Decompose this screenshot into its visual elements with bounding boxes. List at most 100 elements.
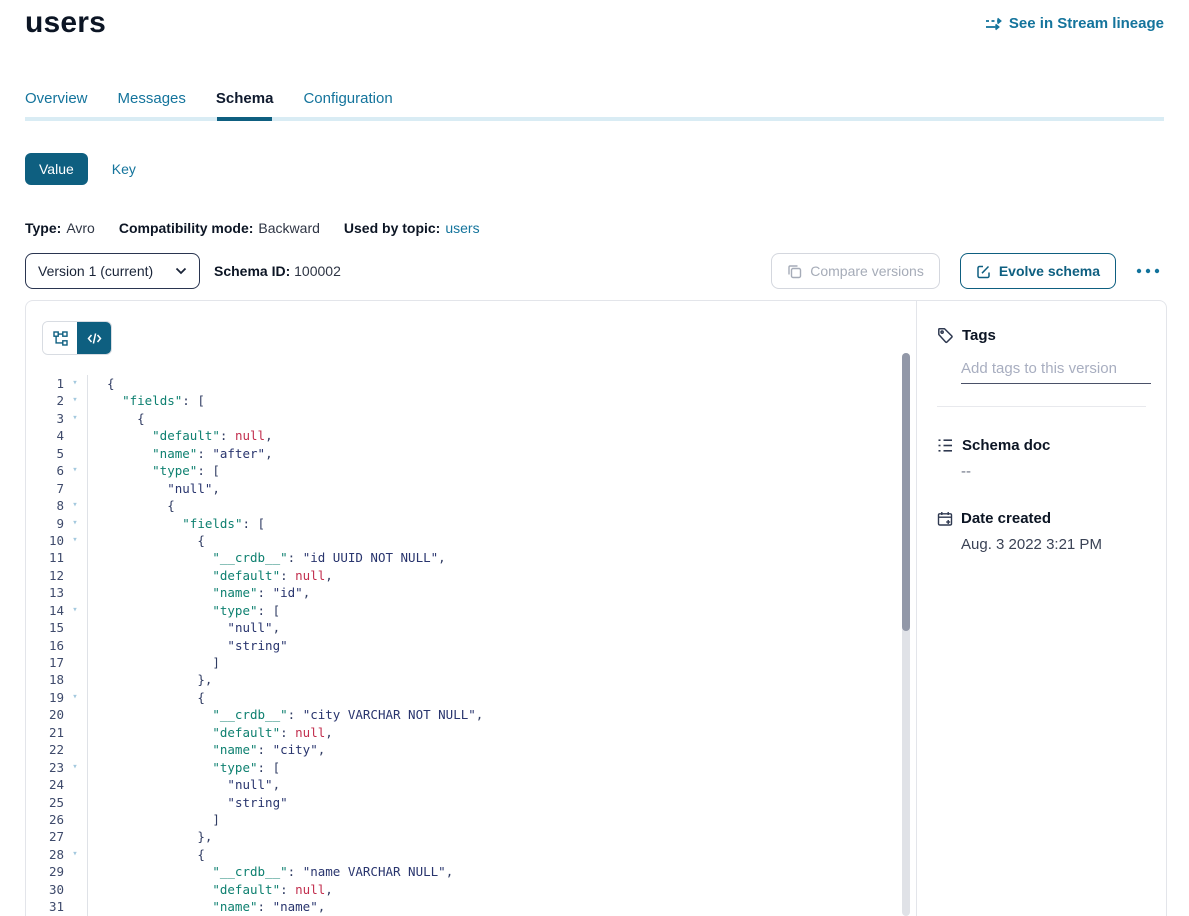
schema-doc-header: Schema doc [937,437,1146,454]
code-text: "default": null, [88,427,273,444]
code-line: 2▾ "fields": [ [26,392,916,409]
code-text: ] [88,654,220,671]
version-select[interactable]: Version 1 (current) [25,253,200,289]
date-created-title: Date created [961,510,1051,527]
code-line: 19▾ { [26,689,916,706]
chevron-down-icon [175,267,187,275]
fold-spacer [64,637,86,654]
line-number: 7 [26,480,64,497]
code-text: "fields": [ [88,392,205,409]
fold-toggle-icon[interactable]: ▾ [64,410,86,427]
line-number: 29 [26,863,64,880]
code-text: "default": null, [88,881,333,898]
tree-view-button[interactable] [43,322,77,354]
code-line: 11 "__crdb__": "id UUID NOT NULL", [26,549,916,566]
code-view-button[interactable] [77,322,111,354]
code-text: { [88,497,175,514]
compare-versions-button[interactable]: Compare versions [771,253,940,289]
fold-toggle-icon[interactable]: ▾ [64,462,86,479]
code-text: "name": "name", [88,898,325,915]
line-number: 21 [26,724,64,741]
schema-doc-title: Schema doc [962,437,1050,454]
schema-page: users See in Stream lineage Overview Mes… [0,0,1189,916]
editor-scrollbar[interactable] [902,353,910,916]
code-text: "default": null, [88,724,333,741]
code-line: 20 "__crdb__": "city VARCHAR NOT NULL", [26,706,916,723]
code-text: { [88,532,205,549]
key-tab-button[interactable]: Key [112,161,136,177]
compatibility-label: Compatibility mode: [119,220,254,236]
code-text: "null", [88,776,280,793]
code-text: "default": null, [88,567,333,584]
line-number: 16 [26,637,64,654]
code-line: 9▾ "fields": [ [26,515,916,532]
fold-spacer [64,741,86,758]
code-text: { [88,689,205,706]
fold-spacer [64,724,86,741]
line-number: 4 [26,427,64,444]
schema-doc-section: Schema doc -- [937,437,1146,480]
evolve-schema-button[interactable]: Evolve schema [960,253,1116,289]
line-number: 10 [26,532,64,549]
stream-lineage-link[interactable]: See in Stream lineage [985,15,1164,32]
schema-code-editor[interactable]: 1▾{2▾ "fields": [3▾ {4 "default": null,5… [26,353,916,916]
code-text: { [88,375,115,392]
schema-meta: Type: Avro Compatibility mode: Backward … [25,220,480,236]
line-number: 3 [26,410,64,427]
line-number: 15 [26,619,64,636]
code-text: "type": [ [88,462,220,479]
code-line: 10▾ { [26,532,916,549]
tab-schema[interactable]: Schema [216,90,274,117]
code-text: }, [88,671,212,688]
fold-spacer [64,706,86,723]
code-line: 28▾ { [26,846,916,863]
fold-toggle-icon[interactable]: ▾ [64,602,86,619]
code-line: 14▾ "type": [ [26,602,916,619]
code-line: 7 "null", [26,480,916,497]
code-line: 15 "null", [26,619,916,636]
tab-overview[interactable]: Overview [25,90,88,117]
fold-toggle-icon[interactable]: ▾ [64,532,86,549]
code-text: "__crdb__": "city VARCHAR NOT NULL", [88,706,483,723]
tags-header: Tags [937,327,1146,344]
code-text: "name": "id", [88,584,310,601]
line-number: 18 [26,671,64,688]
more-options-button[interactable] [1132,264,1164,278]
code-text: { [88,846,205,863]
fold-toggle-icon[interactable]: ▾ [64,689,86,706]
fold-spacer [64,863,86,880]
value-tab-button[interactable]: Value [25,153,88,185]
code-line: 6▾ "type": [ [26,462,916,479]
code-line: 1▾{ [26,375,916,392]
line-number: 22 [26,741,64,758]
code-line: 29 "__crdb__": "name VARCHAR NULL", [26,863,916,880]
fold-toggle-icon[interactable]: ▾ [64,846,86,863]
fold-spacer [64,794,86,811]
tag-icon [937,327,954,344]
fold-toggle-icon[interactable]: ▾ [64,759,86,776]
version-select-value: Version 1 (current) [38,263,153,279]
stream-lineage-label: See in Stream lineage [1009,15,1164,32]
doc-list-icon [937,438,954,453]
fold-toggle-icon[interactable]: ▾ [64,515,86,532]
code-line: 12 "default": null, [26,567,916,584]
fold-spacer [64,619,86,636]
code-line: 4 "default": null, [26,427,916,444]
scrollbar-thumb[interactable] [902,353,910,631]
tab-messages[interactable]: Messages [118,90,186,117]
fold-spacer [64,549,86,566]
add-tags-input[interactable] [961,358,1151,384]
code-line: 26 ] [26,811,916,828]
sidebar-divider [937,406,1146,407]
fold-toggle-icon[interactable]: ▾ [64,392,86,409]
topic-link[interactable]: users [445,220,479,236]
line-number: 30 [26,881,64,898]
line-number: 14 [26,602,64,619]
tab-configuration[interactable]: Configuration [303,90,392,117]
fold-toggle-icon[interactable]: ▾ [64,497,86,514]
code-line: 31 "name": "name", [26,898,916,915]
line-number: 28 [26,846,64,863]
line-number: 13 [26,584,64,601]
code-text: "name": "city", [88,741,325,758]
fold-toggle-icon[interactable]: ▾ [64,375,86,392]
